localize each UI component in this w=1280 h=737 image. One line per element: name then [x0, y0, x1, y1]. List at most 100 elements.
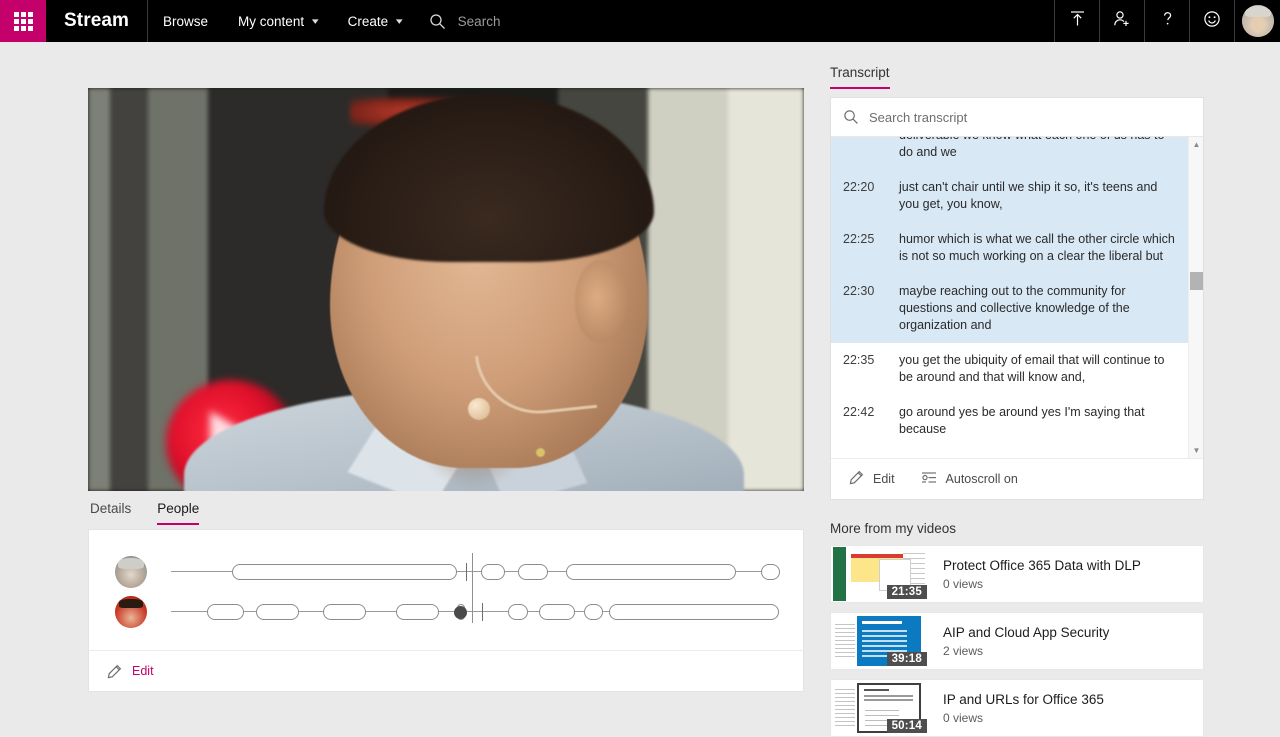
timeline-segment[interactable] [538, 604, 576, 620]
feedback-button[interactable] [1189, 0, 1234, 42]
people-edit-label: Edit [132, 664, 154, 678]
transcript-text: humor which is what we call the other ci… [899, 232, 1175, 263]
timeline-segment[interactable] [760, 564, 781, 580]
nav-item-browse[interactable]: Browse [148, 0, 223, 42]
transcript-text: maybe reaching out to the community for … [899, 284, 1130, 332]
speaker-avatar[interactable] [115, 596, 147, 628]
user-avatar-button[interactable] [1234, 0, 1280, 42]
pencil-icon [107, 664, 122, 679]
page-body: Details People Edit Transcript Search tr… [0, 42, 1280, 737]
nav-item-create[interactable]: Create ▾ [333, 0, 417, 42]
timeline-segment[interactable] [395, 604, 439, 620]
search-icon [429, 13, 446, 30]
add-person-button[interactable] [1099, 0, 1144, 42]
transcript-timestamp: 22:25 [843, 232, 875, 246]
scrollbar-thumb[interactable] [1190, 272, 1203, 290]
video-duration: 39:18 [886, 652, 927, 666]
tab-people[interactable]: People [157, 501, 200, 525]
timeline-segment[interactable] [508, 604, 528, 620]
speaker-avatar[interactable] [115, 556, 147, 588]
timeline-tick [466, 563, 468, 581]
video-duration: 21:35 [886, 585, 927, 599]
transcript-scrollbar[interactable]: ▲ ▼ [1188, 137, 1203, 458]
search-input[interactable] [457, 13, 718, 29]
chevron-down-icon: ▾ [311, 15, 319, 26]
video-subject-lapel-pin [536, 448, 545, 457]
avatar [1241, 5, 1274, 37]
transcript-line[interactable]: 22:30 maybe reaching out to the communit… [831, 274, 1203, 343]
top-navigation-bar: Stream Browse My content ▾ Create ▾ [0, 0, 1280, 42]
timeline-segment[interactable] [517, 564, 548, 580]
people-row[interactable] [105, 552, 787, 611]
transcript-search-input[interactable] [869, 109, 1191, 125]
timeline-segment[interactable] [256, 604, 299, 620]
upload-button[interactable] [1054, 0, 1099, 42]
autoscroll-toggle[interactable]: Autoscroll on [921, 471, 1018, 488]
related-video-views: 0 views [943, 576, 984, 591]
video-subject-microphone [468, 398, 490, 420]
autoscroll-label: Autoscroll on [945, 472, 1018, 486]
video-player[interactable] [88, 88, 804, 491]
related-video-item[interactable]: 50:14 IP and URLs for Office 365 0 views [830, 679, 1204, 737]
transcript-line[interactable]: 22:42 go around yes be around yes I'm sa… [831, 395, 1203, 447]
timeline-segment[interactable] [231, 564, 457, 580]
transcript-list[interactable]: deliverable we know what each one of us … [831, 137, 1203, 458]
video-subject-ear [575, 260, 627, 342]
timeline-playhead-dot[interactable] [453, 606, 467, 619]
help-button[interactable] [1144, 0, 1189, 42]
transcript-timestamp: 22:42 [843, 405, 875, 419]
global-search[interactable] [429, 0, 1054, 42]
related-video-item[interactable]: 21:35 Protect Office 365 Data with DLP 0… [830, 545, 1204, 603]
transcript-text: deliverable we know what each one of us … [899, 137, 1164, 159]
transcript-line[interactable]: 22:25 humor which is what we call the ot… [831, 222, 1203, 274]
app-launcher-button[interactable] [0, 0, 46, 42]
tab-details-label: Details [90, 501, 132, 516]
video-thumbnail: 50:14 [833, 681, 929, 735]
tab-details[interactable]: Details [90, 501, 131, 525]
speaker-timeline-track[interactable] [171, 565, 779, 625]
timeline-segment[interactable] [608, 604, 779, 620]
related-video-views: 0 views [943, 710, 984, 725]
timeline-segment[interactable] [323, 604, 366, 620]
scroll-down-arrow-icon[interactable]: ▼ [1189, 443, 1203, 458]
transcript-timestamp: 22:20 [843, 180, 875, 194]
scroll-up-arrow-icon[interactable]: ▲ [1189, 137, 1203, 152]
transcript-line[interactable]: 22:20 just can't chair until we ship it … [831, 170, 1203, 222]
speaker-timeline-track[interactable] [171, 553, 781, 611]
upload-icon [1069, 10, 1086, 32]
nav-actions [1054, 0, 1280, 42]
transcript-edit-button[interactable]: Edit [849, 470, 895, 488]
timeline-segment[interactable] [207, 604, 244, 620]
video-thumbnail: 39:18 [833, 614, 929, 668]
related-video-item[interactable]: 39:18 AIP and Cloud App Security 2 views [830, 612, 1204, 670]
brand-title[interactable]: Stream [46, 0, 149, 42]
tab-people-label: People [157, 501, 200, 516]
transcript-line[interactable]: 22:35 you get the ubiquity of email that… [831, 343, 1203, 395]
timeline-segment[interactable] [584, 604, 603, 620]
people-edit-button[interactable]: Edit [107, 664, 154, 679]
transcript-line[interactable]: 22:45 some competitors are saying email … [831, 447, 1203, 458]
transcript-text: some competitors are saying email is no … [899, 456, 1181, 458]
related-video-meta: IP and URLs for Office 365 0 views [929, 692, 1104, 725]
transcript-line[interactable]: deliverable we know what each one of us … [831, 137, 1203, 170]
transcript-search[interactable] [831, 98, 1203, 137]
transcript-footer: Edit Autoscroll on [831, 458, 1203, 499]
timeline-playhead[interactable] [471, 565, 473, 623]
video-tabs: Details People [88, 491, 804, 525]
pencil-icon [849, 470, 864, 488]
add-person-icon [1113, 10, 1131, 32]
transcript-heading: Transcript [830, 65, 890, 89]
people-row[interactable] [105, 565, 787, 632]
transcript-text: go around yes be around yes I'm saying t… [899, 405, 1145, 436]
people-timeline [89, 530, 803, 650]
related-video-title: Protect Office 365 Data with DLP [943, 557, 1141, 573]
video-thumbnail: 21:35 [833, 547, 929, 601]
nav-item-my-content[interactable]: My content ▾ [223, 0, 333, 42]
transcript-timestamp: 22:30 [843, 284, 875, 298]
timeline-segment[interactable] [566, 564, 737, 580]
timeline-segment[interactable] [481, 564, 506, 580]
right-sidebar: Transcript deliverable we know what each… [830, 64, 1204, 737]
related-video-title: AIP and Cloud App Security [943, 624, 1110, 640]
smiley-face-icon [1203, 10, 1221, 33]
timeline-tick [482, 603, 484, 621]
